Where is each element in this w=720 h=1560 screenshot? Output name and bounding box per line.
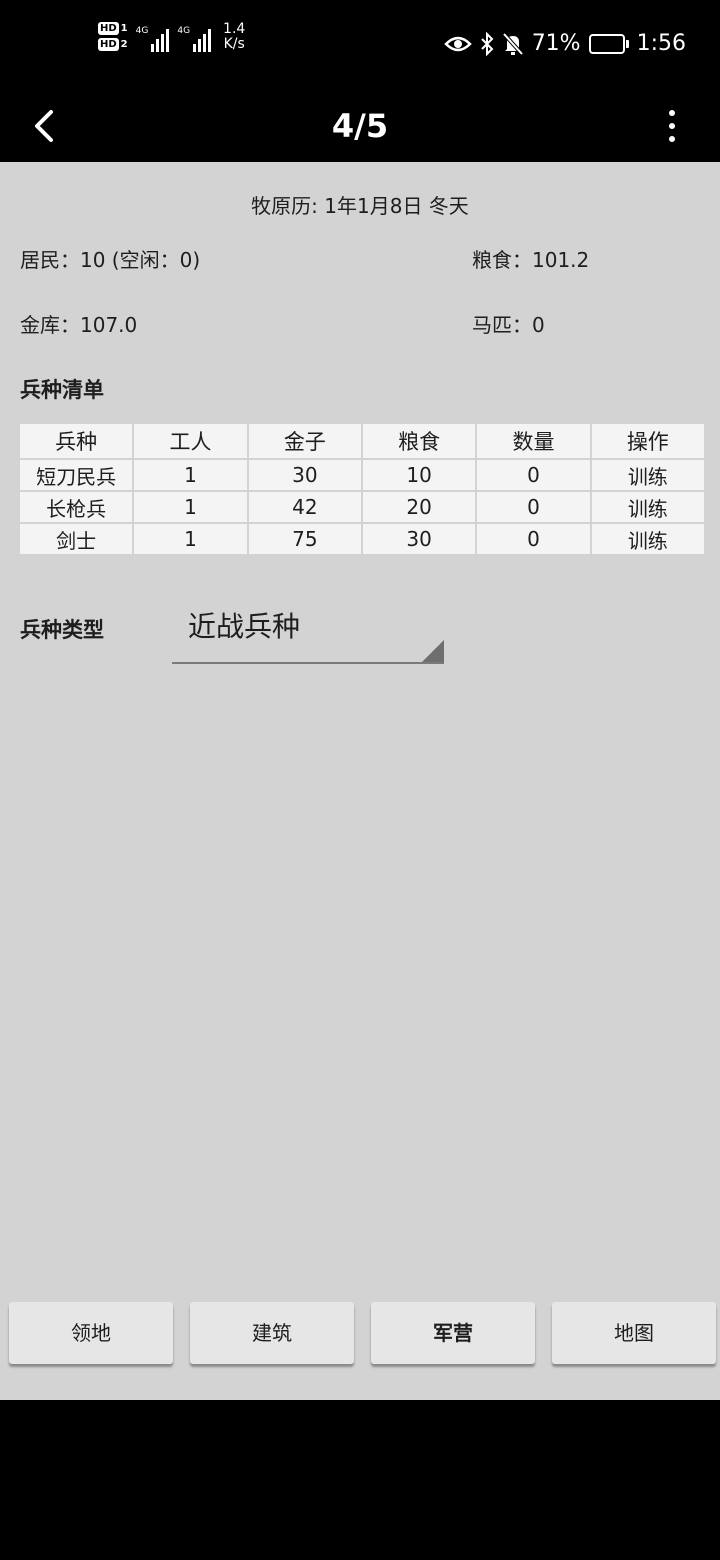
nav-barracks-button[interactable]: 军营 [371,1302,535,1364]
sim-number: 1 [120,23,128,34]
unit-gold: 75 [248,524,361,554]
unit-workers: 1 [134,492,247,522]
unit-gold: 42 [248,492,361,522]
status-bar: HD 1 HD 2 4G 4G 1.4 K/s 71% 1:56 [0,0,720,90]
calendar-date: 牧原历: 1年1月8日 冬天 [251,194,469,218]
col-header-count: 数量 [477,424,590,458]
nav-map-button[interactable]: 地图 [552,1302,716,1364]
table-row: 长枪兵 1 42 20 0 训练 [20,492,704,522]
residents-stat: 居民：10 (空闲：0) [20,248,201,272]
bluetooth-icon [480,32,494,56]
main-content: 牧原历: 1年1月8日 冬天 居民：10 (空闲：0) 粮食：101.2 金库：… [0,162,720,1400]
page-title: 4/5 [331,107,389,145]
unit-food: 10 [362,460,476,490]
col-header-workers: 工人 [134,424,247,458]
hd-badge: HD [98,38,119,51]
clock: 1:56 [636,31,686,56]
dropdown-arrow-icon [422,640,444,662]
unit-workers: 1 [134,460,247,490]
horses-stat: 马匹：0 [472,313,545,337]
more-options-button[interactable] [662,106,682,146]
col-header-gold: 金子 [248,424,361,458]
table-row: 剑士 1 75 30 0 训练 [20,524,704,554]
battery-percent: 71% [531,31,581,56]
more-vert-icon [669,110,675,116]
eye-icon [443,34,472,54]
hd-sim1: HD 1 [98,22,128,35]
unit-list-title: 兵种清单 [20,378,104,402]
food-stat: 粮食：101.2 [472,248,590,272]
nav-buildings-button[interactable]: 建筑 [190,1302,354,1364]
bell-muted-icon [502,32,524,56]
unit-food: 20 [362,492,476,522]
hd-indicators: HD 1 HD 2 [98,22,128,51]
bottom-black-area [0,1400,720,1560]
unit-name: 长枪兵 [20,492,133,522]
network-speed: 1.4 K/s [223,22,245,52]
network-type: 4G [135,26,149,36]
train-button[interactable]: 训练 [591,524,704,554]
col-header-unit: 兵种 [20,424,133,458]
unit-name: 剑士 [20,524,133,554]
status-left: HD 1 HD 2 4G 4G 1.4 K/s [98,22,245,52]
network-type: 4G [177,26,191,36]
unit-count: 0 [477,524,590,554]
unit-workers: 1 [134,524,247,554]
unit-gold: 30 [248,460,361,490]
unit-food: 30 [362,524,476,554]
train-button[interactable]: 训练 [591,460,704,490]
hd-sim2: HD 2 [98,38,128,51]
unit-type-select[interactable]: 近战兵种 [172,602,444,664]
col-header-action: 操作 [591,424,704,458]
speed-value: 1.4 [223,21,246,37]
unit-name: 短刀民兵 [20,460,133,490]
hd-badge: HD [98,22,119,35]
app-bar: 4/5 [0,90,720,162]
sim-number: 2 [120,39,128,50]
treasury-stat: 金库：107.0 [20,313,138,337]
unit-count: 0 [477,460,590,490]
signal-icon: 4G [136,22,170,52]
unit-type-value: 近战兵种 [188,610,301,643]
speed-unit: K/s [223,36,245,52]
table-header-row: 兵种 工人 金子 粮食 数量 操作 [20,424,704,458]
unit-count: 0 [477,492,590,522]
table-row: 短刀民兵 1 30 10 0 训练 [20,460,704,490]
battery-icon [588,34,629,54]
unit-type-label: 兵种类型 [20,618,104,642]
unit-table: 兵种 工人 金子 粮食 数量 操作 短刀民兵 1 30 10 0 训练 长枪兵 … [18,422,706,556]
train-button[interactable]: 训练 [591,492,704,522]
signal-icon: 4G [177,22,212,52]
col-header-food: 粮食 [362,424,476,458]
nav-territory-button[interactable]: 领地 [9,1302,173,1364]
status-right: 71% 1:56 [443,30,686,58]
